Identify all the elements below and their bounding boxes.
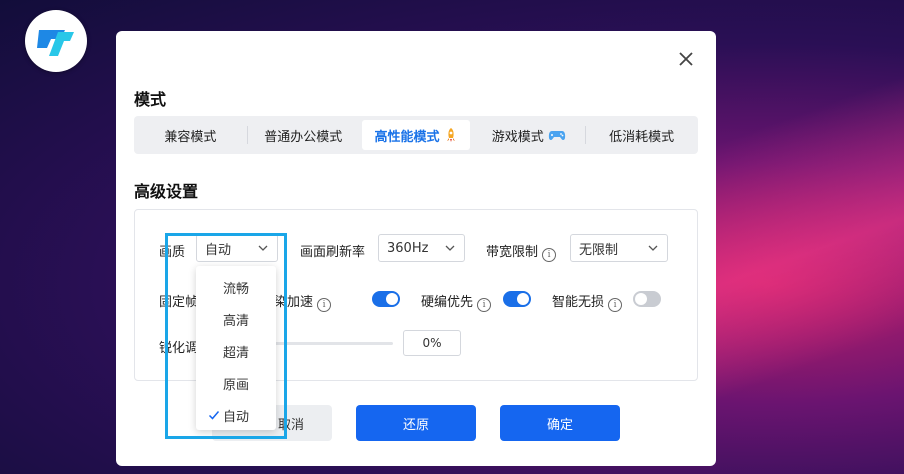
tab-low-power-mode[interactable]: 低消耗模式	[585, 120, 696, 150]
toggle-knob	[517, 293, 529, 305]
advanced-section-title: 高级设置	[134, 182, 199, 201]
confirm-button[interactable]: 确定	[500, 405, 620, 441]
mode-section-title: 模式	[134, 90, 167, 109]
tab-label: 普通办公模式	[264, 129, 343, 145]
mode-tab-bar: 兼容模式 普通办公模式 高性能模式 游戏模式 低消耗模式	[134, 116, 698, 154]
smart-lossless-label: 智能无损 i	[552, 291, 623, 312]
restore-button[interactable]: 还原	[356, 405, 476, 441]
bandwidth-limit-label: 带宽限制 i	[486, 241, 557, 262]
bandwidth-limit-value: 无限制	[579, 242, 619, 258]
app-logo[interactable]	[25, 10, 87, 72]
sharpen-value: 0%	[422, 336, 442, 350]
render-accel-toggle[interactable]	[372, 291, 400, 307]
tab-label: 高性能模式	[374, 129, 440, 145]
rocket-icon	[446, 128, 455, 142]
chevron-down-icon	[648, 245, 658, 251]
tab-compatible-mode[interactable]: 兼容模式	[136, 120, 245, 150]
annotation-highlight-box	[165, 233, 287, 439]
refresh-rate-label: 画面刷新率	[300, 245, 366, 260]
info-icon[interactable]: i	[317, 298, 332, 312]
toggle-knob	[386, 293, 398, 305]
smart-lossless-text: 智能无损	[552, 295, 605, 310]
tab-game-mode[interactable]: 游戏模式	[474, 120, 583, 150]
close-icon[interactable]	[674, 47, 698, 71]
info-icon[interactable]: i	[477, 298, 492, 312]
info-icon[interactable]: i	[542, 248, 557, 262]
info-icon[interactable]: i	[608, 298, 623, 312]
hw-encode-toggle[interactable]	[503, 291, 531, 307]
refresh-rate-value: 360Hz	[387, 240, 429, 256]
smart-lossless-toggle[interactable]	[633, 291, 661, 307]
tab-high-performance-mode[interactable]: 高性能模式	[361, 120, 471, 150]
refresh-rate-select[interactable]: 360Hz	[378, 234, 465, 262]
bandwidth-limit-text: 带宽限制	[486, 245, 539, 260]
tab-label: 游戏模式	[491, 129, 544, 145]
tab-label: 兼容模式	[164, 129, 217, 145]
toggle-knob	[635, 293, 647, 305]
hw-encode-text: 硬编优先	[421, 295, 474, 310]
bandwidth-limit-select[interactable]: 无限制	[570, 234, 668, 262]
chevron-down-icon	[445, 245, 455, 251]
tab-label: 低消耗模式	[609, 129, 675, 145]
app-logo-icon	[37, 30, 74, 56]
hw-encode-label: 硬编优先 i	[421, 291, 492, 312]
sharpen-value-input[interactable]: 0%	[403, 330, 461, 356]
tab-office-mode[interactable]: 普通办公模式	[246, 120, 358, 150]
gamepad-icon	[548, 131, 565, 141]
